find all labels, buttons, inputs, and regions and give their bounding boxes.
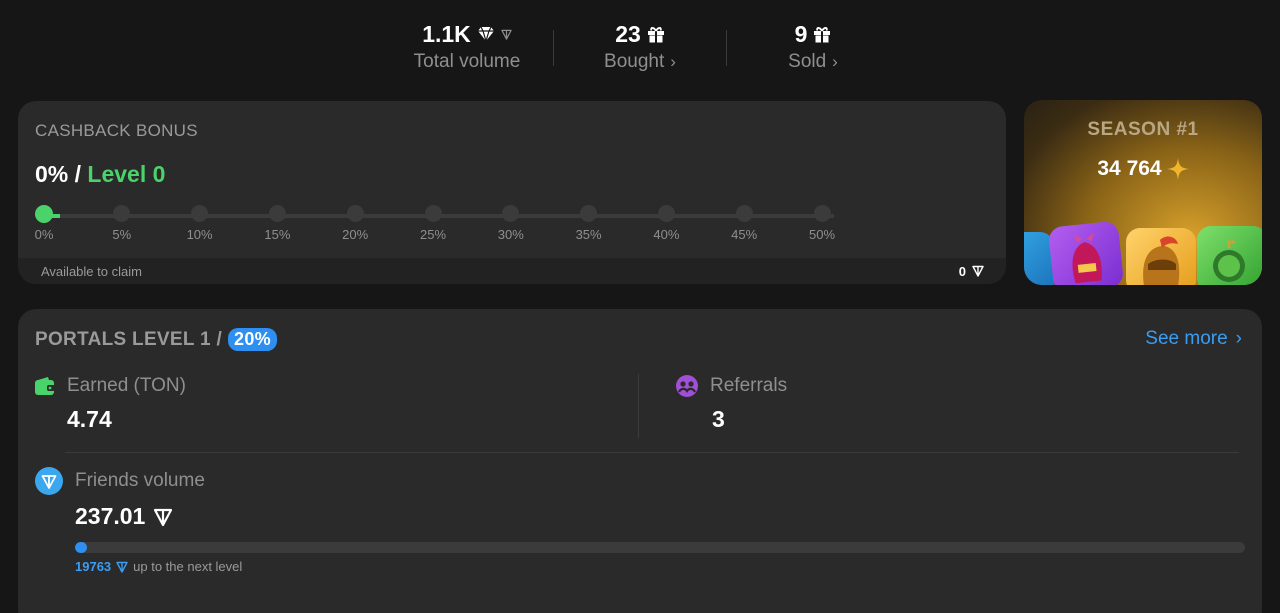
claim-label: Available to claim <box>41 263 142 279</box>
earned-metric: Earned (TON) 4.74 <box>35 375 186 433</box>
cashback-step-dot <box>35 205 53 223</box>
cashback-level-label: Level 0 <box>87 161 166 187</box>
gift-icon <box>647 26 664 43</box>
next-level-label: up to the next level <box>133 559 243 574</box>
cashback-step-label: 50% <box>808 227 836 242</box>
gem-icon <box>477 26 494 42</box>
earned-value: 4.74 <box>67 406 112 432</box>
ton-icon <box>972 265 984 277</box>
sold-label: Sold <box>788 51 827 72</box>
stat-sold[interactable]: 9 Sold › <box>727 18 899 73</box>
stat-bought[interactable]: 23 Bought › <box>554 18 726 73</box>
chevron-right-icon: › <box>670 52 676 71</box>
referrals-value: 3 <box>712 406 725 432</box>
portals-title: PORTALS LEVEL 1 / 20% <box>35 328 277 351</box>
see-more-link[interactable]: See more › <box>1145 328 1242 350</box>
claim-amount: 0 <box>959 264 984 279</box>
sold-value: 9 <box>794 20 808 47</box>
divider <box>638 374 639 438</box>
green-ornament-tile <box>1197 226 1262 285</box>
ton-icon <box>154 508 173 526</box>
earned-label: Earned (TON) <box>67 375 186 396</box>
cashback-step-label: 40% <box>653 227 680 242</box>
bought-value: 23 <box>615 20 641 47</box>
cashback-step-label: 45% <box>731 227 758 242</box>
bought-label: Bought <box>604 51 665 72</box>
friends-volume-progress <box>75 542 1245 553</box>
cashback-step-label: 30% <box>497 227 524 242</box>
cashback-step-label: 0% <box>34 227 54 242</box>
total-volume-value: 1.1K <box>422 20 471 47</box>
gift-icon <box>814 26 831 43</box>
cashback-step-label: 10% <box>186 227 213 242</box>
portals-badge: 20% <box>228 328 277 351</box>
ton-coin-icon <box>35 467 63 495</box>
cashback-step-label: 20% <box>342 227 369 242</box>
cashback-step-dot <box>424 205 442 222</box>
referrals-metric: Referrals 3 <box>676 375 787 433</box>
cashback-percent: 0% <box>35 161 69 187</box>
next-level-amount: 19763 <box>75 559 112 574</box>
sparkle-icon <box>1166 158 1189 180</box>
stat-total-volume: 1.1K Total volume <box>381 18 553 73</box>
cashback-step-dot <box>113 205 131 222</box>
ton-icon <box>501 29 512 40</box>
total-volume-label: Total volume <box>413 51 521 72</box>
cashback-step-dot <box>735 205 753 222</box>
cashback-step-dot <box>346 205 364 222</box>
cashback-step-dot <box>191 205 209 222</box>
helmet-gift-tile <box>1047 220 1125 285</box>
claim-row: Available to claim 0 <box>18 258 1006 284</box>
cashback-step-label: 25% <box>419 227 447 242</box>
chevron-right-icon: › <box>1235 328 1242 349</box>
season-points: 34 764 <box>1024 157 1262 181</box>
friends-volume-label: Friends volume <box>75 470 205 491</box>
cashback-step-dot <box>813 205 831 222</box>
cashback-card: CASHBACK BONUS 0% / Level 0 0% 5% 10% 15% 20… <box>18 101 1006 284</box>
cashback-step-dot <box>657 205 675 222</box>
cashback-step-dot <box>580 205 598 222</box>
stats-bar: 1.1K Total volume 23 Bought › 9 Sold › <box>0 18 1280 73</box>
chevron-right-icon: › <box>832 52 838 71</box>
season-card[interactable]: SEASON #1 34 764 <box>1024 100 1262 285</box>
portals-card: PORTALS LEVEL 1 / 20% See more › Earned … <box>18 309 1262 613</box>
season-title: SEASON #1 <box>1087 119 1199 140</box>
cashback-level: 0% / Level 0 <box>35 161 166 187</box>
cashback-title: CASHBACK BONUS <box>35 121 198 140</box>
cashback-step-label: 15% <box>264 227 291 242</box>
cashback-step-dot <box>268 205 286 222</box>
referrals-icon <box>676 375 698 397</box>
cashback-step-label: 35% <box>575 227 602 242</box>
divider <box>65 452 1239 453</box>
friends-volume-value: 237.01 <box>75 503 146 529</box>
wallet-icon <box>35 377 55 395</box>
ton-icon <box>116 561 128 573</box>
friends-volume-progress-fill <box>75 542 87 553</box>
golden-helmet-tile <box>1126 228 1196 285</box>
cashback-step-dot <box>502 205 520 222</box>
referrals-label: Referrals <box>710 375 788 396</box>
friends-volume-metric: Friends volume 237.01 <box>35 467 205 530</box>
cashback-step-label: 5% <box>112 227 132 242</box>
next-level-text: 19763 up to the next level <box>75 559 242 574</box>
